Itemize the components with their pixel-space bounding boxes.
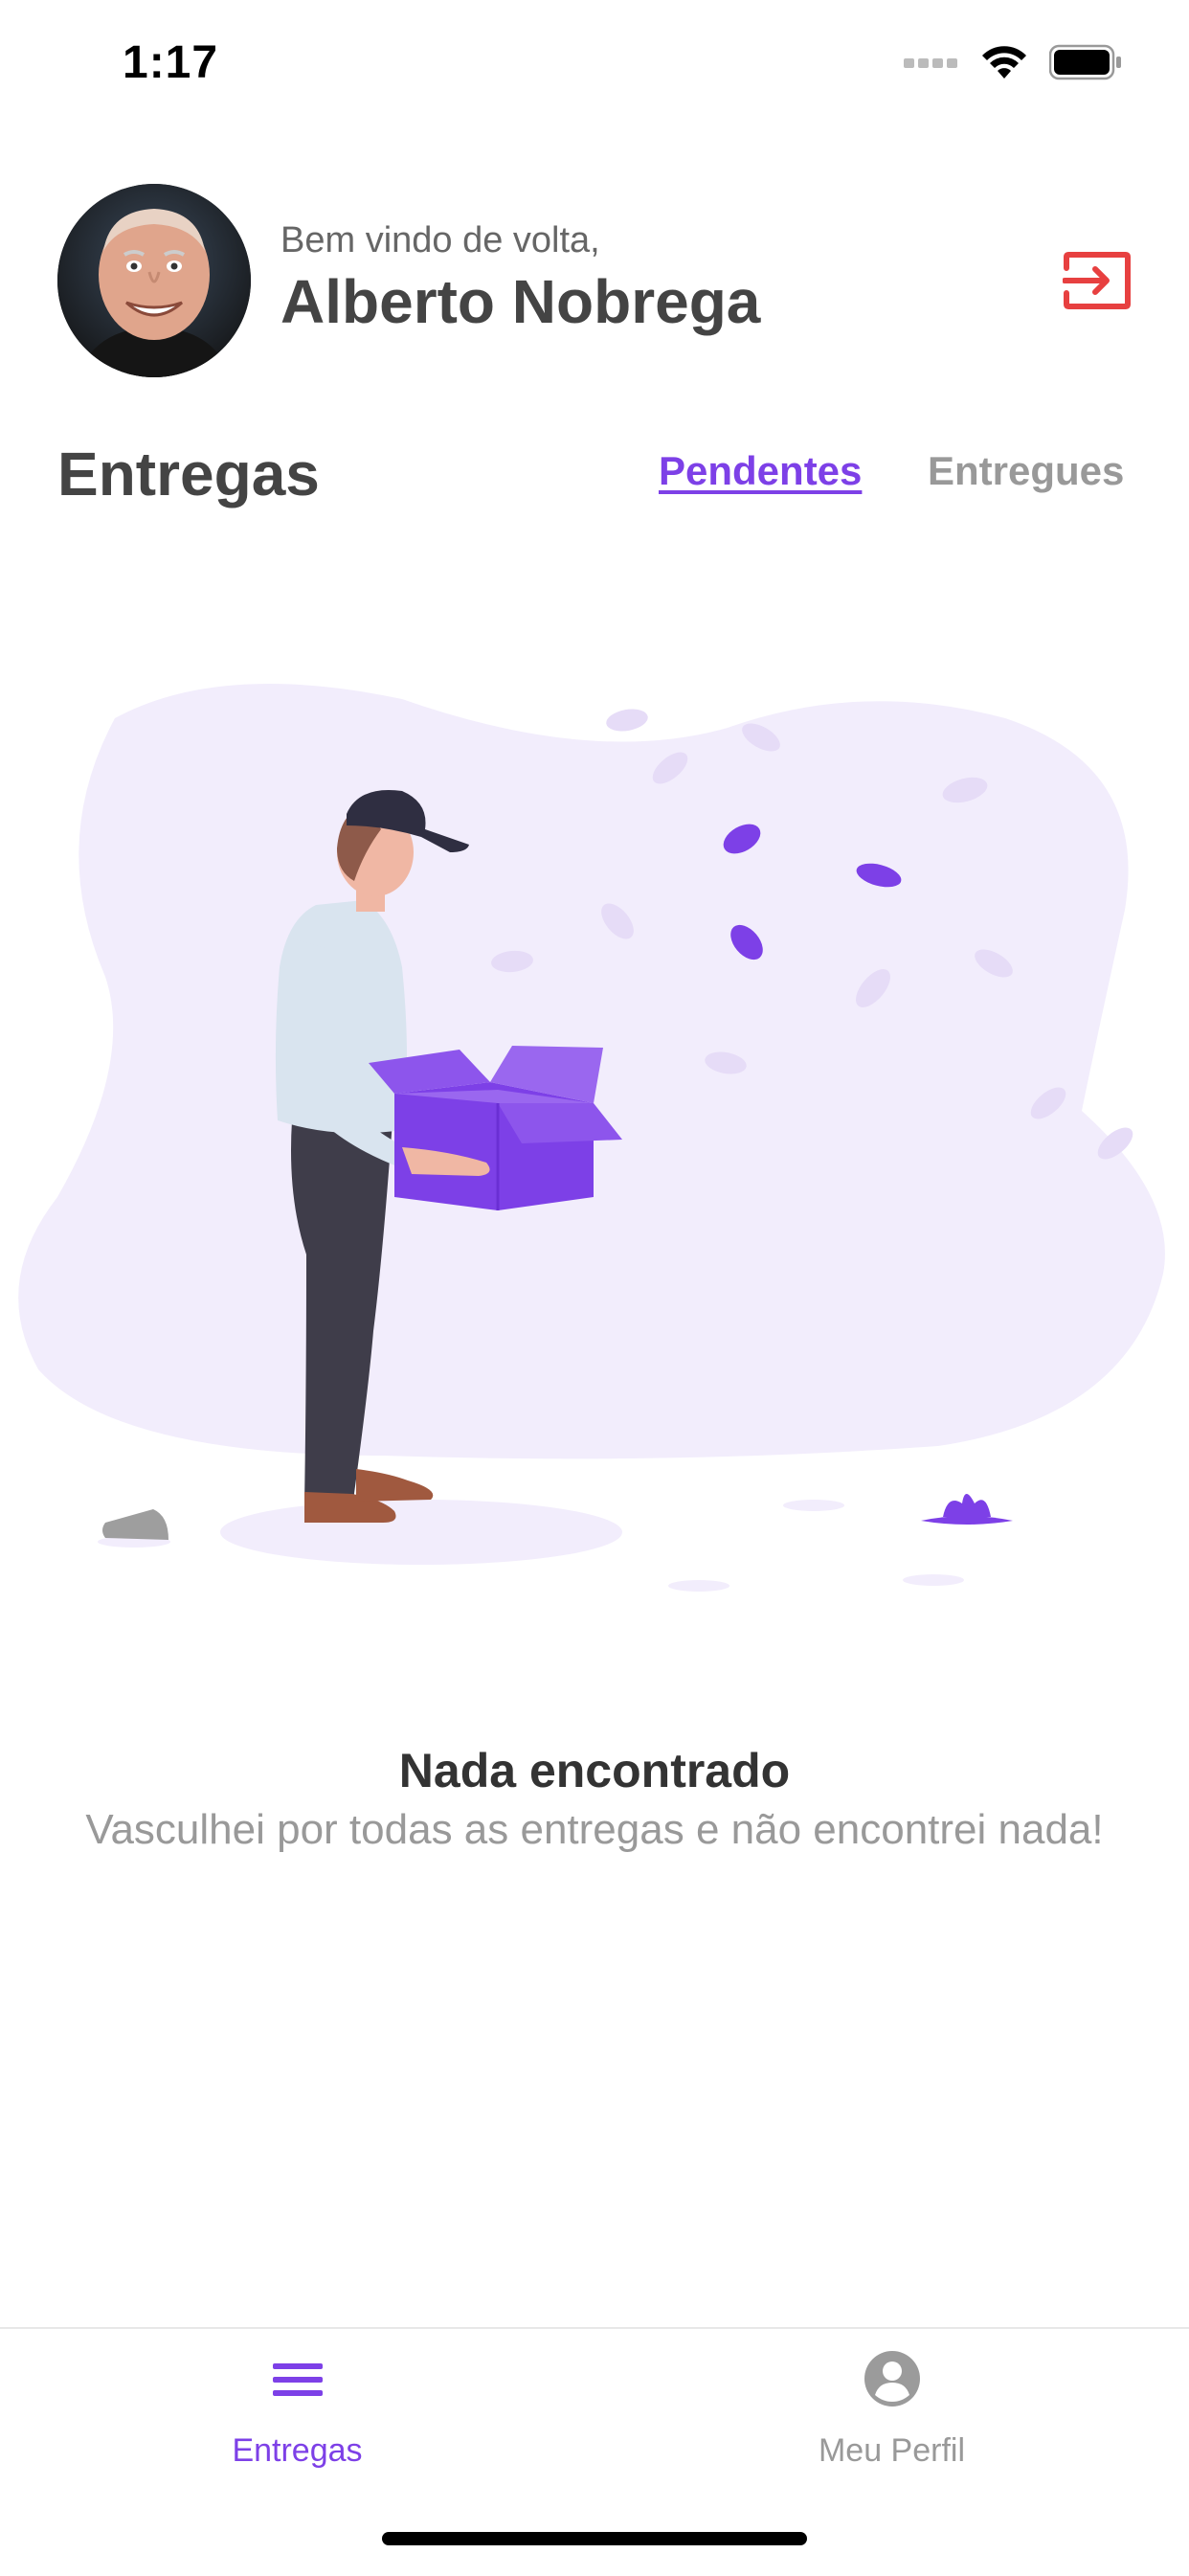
user-circle-icon [864, 2350, 921, 2412]
tab-bar-meu-perfil[interactable]: Meu Perfil [594, 2329, 1189, 2520]
status-time: 1:17 [123, 37, 219, 88]
tab-entregues[interactable]: Entregues [928, 448, 1124, 494]
empty-state-subtitle: Vasculhei por todas as entregas e não en… [85, 1806, 1104, 1853]
section-title: Entregas [57, 440, 320, 508]
plant [921, 1516, 1013, 1525]
signal-icon [904, 58, 957, 68]
welcome-text: Bem vindo de volta, [280, 220, 600, 260]
logout-button[interactable] [1062, 251, 1132, 310]
tab-bar-meu-perfil-label: Meu Perfil [818, 2432, 966, 2469]
user-name: Alberto Nobrega [280, 267, 761, 336]
tab-pendentes[interactable]: Pendentes [659, 448, 862, 494]
tab-bar-entregas[interactable]: Entregas [0, 2329, 594, 2520]
status-icons [904, 44, 1122, 80]
battery-icon [1049, 44, 1121, 80]
avatar [57, 184, 251, 377]
empty-state-title: Nada encontrado [398, 1744, 791, 1797]
profile-header: Bem vindo de volta, Alberto Nobrega [57, 184, 1132, 377]
rock [102, 1509, 168, 1540]
empty-illustration [0, 661, 1189, 1609]
home-indicator [382, 2532, 807, 2545]
logout-icon [1062, 252, 1131, 309]
tab-bar-entregas-label: Entregas [232, 2432, 363, 2469]
wifi-icon [982, 46, 1026, 79]
status-bar: 1:17 [0, 0, 1189, 124]
menu-icon [271, 2350, 325, 2412]
